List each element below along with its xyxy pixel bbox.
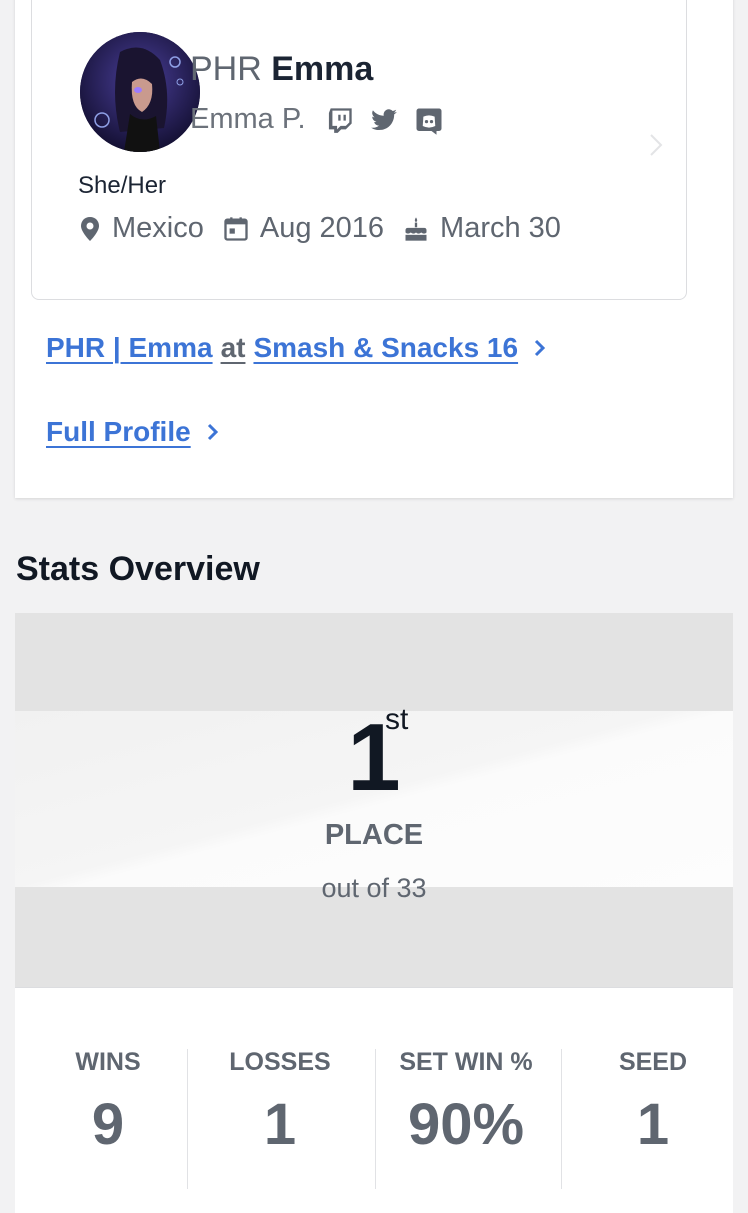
placement-label: PLACE	[324, 819, 424, 851]
twitch-icon[interactable]	[326, 106, 354, 134]
entrant-name-link[interactable]: PHR | Emma	[46, 332, 213, 364]
divider	[15, 987, 733, 988]
event-name-link[interactable]: Smash & Snacks 16	[253, 332, 518, 364]
stat-value: 9	[91, 1092, 125, 1157]
twitter-icon[interactable]	[370, 106, 398, 134]
joined-text: Aug 2016	[259, 212, 385, 244]
placement-out-of: out of 33	[321, 873, 427, 903]
stat-label: LOSSES	[229, 1048, 331, 1076]
stat-seed: SEED 1	[560, 1048, 746, 1158]
chevron-right-icon	[535, 339, 546, 357]
birthday: March 30	[402, 212, 561, 245]
stats-overview-title: Stats Overview	[16, 550, 260, 588]
full-profile-label[interactable]: Full Profile	[46, 416, 191, 448]
gamertag: Emma	[271, 50, 374, 88]
pronouns: She/Her	[78, 172, 167, 199]
stats-card: 1 st PLACE out of 33 WINS 9 LOSSES 1 SET…	[15, 613, 733, 1213]
stat-value: 1	[636, 1092, 670, 1157]
sponsor-prefix: PHR	[190, 50, 262, 88]
chevron-right-icon[interactable]	[648, 132, 664, 158]
profile-info-row: Mexico Aug 2016 March 30	[78, 212, 579, 245]
placement-suffix: st	[385, 703, 409, 736]
real-name: Emma P.	[190, 103, 306, 135]
location: Mexico	[78, 212, 204, 245]
discord-icon[interactable]	[414, 106, 442, 135]
chevron-right-icon	[207, 423, 218, 441]
stat-wins: WINS 9	[15, 1048, 201, 1158]
birthday-text: March 30	[440, 212, 561, 244]
stat-value: 90%	[407, 1092, 525, 1157]
joined-date: Aug 2016	[222, 212, 384, 245]
location-pin-icon	[81, 216, 99, 241]
profile-name: PHR Emma	[190, 50, 373, 89]
stat-value: 1	[263, 1092, 297, 1157]
stat-set-win-percent: SET WIN % 90%	[373, 1048, 559, 1158]
cake-icon	[405, 216, 427, 241]
stat-losses: LOSSES 1	[187, 1048, 373, 1158]
location-text: Mexico	[112, 212, 204, 244]
stat-label: WINS	[75, 1048, 141, 1076]
at-label: at	[220, 332, 246, 363]
calendar-icon	[224, 216, 248, 241]
full-profile-link[interactable]: Full Profile	[46, 416, 221, 448]
stat-label: SEED	[618, 1048, 688, 1076]
stat-label: SET WIN %	[399, 1048, 533, 1076]
entrant-event-link[interactable]: PHR | Emma at Smash & Snacks 16	[46, 332, 548, 364]
avatar	[80, 32, 200, 152]
placement-number: 1	[347, 704, 401, 811]
realname-row: Emma P.	[190, 103, 458, 136]
